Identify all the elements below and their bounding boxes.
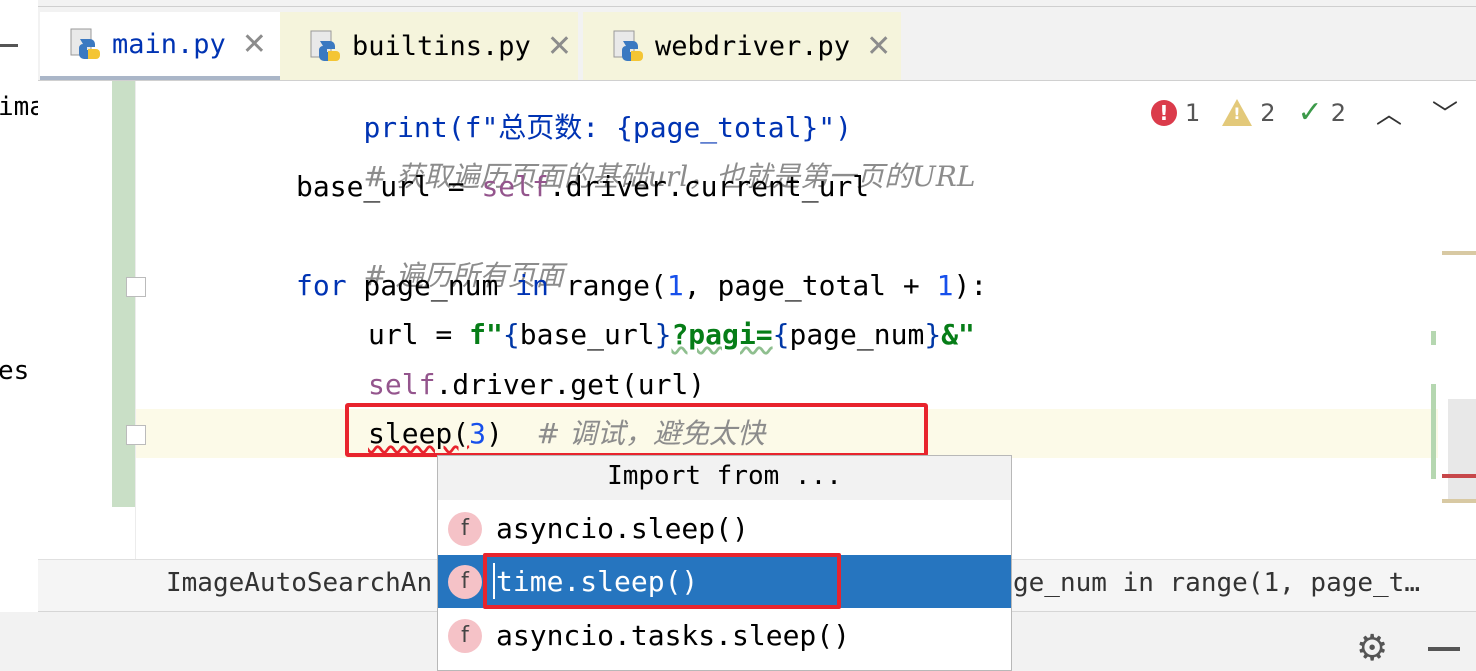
code-fstring: &" [941,318,975,351]
warning-count-text: 2 [1260,98,1276,127]
close-icon[interactable]: ✕ [242,27,267,62]
breadcrumb-item[interactable]: ImageAutoSearchAn [166,568,432,598]
editor-tab-bar: main.py ✕ builtins.py ✕ webdriver.py ✕ [38,0,1476,81]
warning-icon: ! [1222,99,1253,126]
function-icon: f [448,564,482,599]
scrollbar-mark[interactable] [1442,499,1476,503]
code-text: base_url [519,318,655,351]
project-tree-fragment: es [0,356,30,386]
list-item-label: asyncio.sleep() [496,512,749,545]
tab-label: main.py [112,28,226,60]
check-icon: ✓ [1297,95,1323,130]
tab-main-py[interactable]: main.py ✕ [40,12,280,80]
weak-warning-count-text: 2 [1330,98,1346,127]
code-line: url = f"{base_url}?pagi={page_num}&" [368,315,975,355]
scrollbar-thumb[interactable] [1448,399,1476,499]
code-text: url = [368,318,470,351]
scrollbar-mark[interactable] [1442,251,1476,255]
project-tool-window-strip: ima es [0,0,39,612]
function-icon: f [448,618,482,653]
function-icon: f [448,511,482,546]
error-icon: ! [1150,99,1177,126]
python-file-icon [310,30,340,61]
warning-count[interactable]: ! 2 [1222,98,1276,127]
gear-icon[interactable]: ⚙ [1356,628,1388,669]
close-icon[interactable]: ✕ [547,29,572,64]
list-item[interactable]: f asyncio.sleep() [438,502,1011,555]
code-fstring: ?pagi= [671,318,773,351]
scrollbar-error-mark[interactable] [1442,474,1476,478]
python-file-icon [70,28,100,59]
python-file-icon [613,30,643,61]
code-self: self [481,170,549,203]
code-line: base_url = self.driver.current_url [296,167,869,207]
list-item[interactable]: f asyncio.tasks.sleep() [438,609,1011,662]
code-text: range( [548,269,667,302]
inspection-widget[interactable]: ! 1 ! 2 ✓ 2 ︿ ﹀ [1129,94,1458,131]
fold-marker-icon[interactable] [126,425,146,445]
chevron-up-icon[interactable]: ︿ [1376,94,1402,131]
list-item-label: asyncio.tasks.sleep() [496,619,851,652]
fold-marker-icon[interactable] [126,277,146,297]
weak-warning-count[interactable]: ✓ 2 [1298,95,1346,130]
code-line: self.driver.get(url) [368,365,705,405]
tab-label: webdriver.py [655,30,851,62]
annotation-highlight-box [483,553,841,609]
scrollbar-mark[interactable] [1431,384,1436,479]
code-brace: } [924,318,942,351]
code-text: page_num [789,318,925,351]
code-text: .driver.get(url) [435,368,706,401]
code-text: base_url = [296,170,482,203]
code-text: ): [953,269,988,302]
error-count[interactable]: ! 1 [1150,98,1201,127]
text-caret [493,563,495,599]
collapse-icon[interactable] [0,44,18,47]
code-text: .driver.current_url [548,170,870,203]
code-keyword: for [296,269,347,302]
code-brace: { [772,318,790,351]
code-self: self [368,368,436,401]
code-fstring: f" [469,318,503,351]
tab-builtins-py[interactable]: builtins.py ✕ [280,12,578,80]
error-count-text: 1 [1184,98,1201,127]
chevron-down-icon[interactable]: ﹀ [1432,94,1458,131]
breadcrumb-item[interactable]: ge_num in range(1, page_t… [1013,568,1420,598]
close-icon[interactable]: ✕ [866,29,891,64]
code-text: page_num [346,269,516,302]
annotation-highlight-box [345,403,928,457]
code-number: 1 [666,269,684,302]
code-line: for page_num in range(1, page_total + 1)… [296,266,987,306]
tab-label: builtins.py [352,30,531,62]
editor-gutter[interactable] [38,81,146,559]
tab-webdriver-py[interactable]: webdriver.py ✕ [583,12,901,80]
popup-title: Import from ... [438,456,1011,500]
code-number: 1 [936,269,954,302]
project-tree-fragment: ima [0,92,38,122]
code-keyword: in [515,269,549,302]
code-brace: { [502,318,520,351]
scrollbar-mark[interactable] [1431,331,1436,345]
code-text: , page_total + [683,269,937,302]
hide-icon[interactable] [1428,647,1460,651]
code-brace: } [654,318,672,351]
